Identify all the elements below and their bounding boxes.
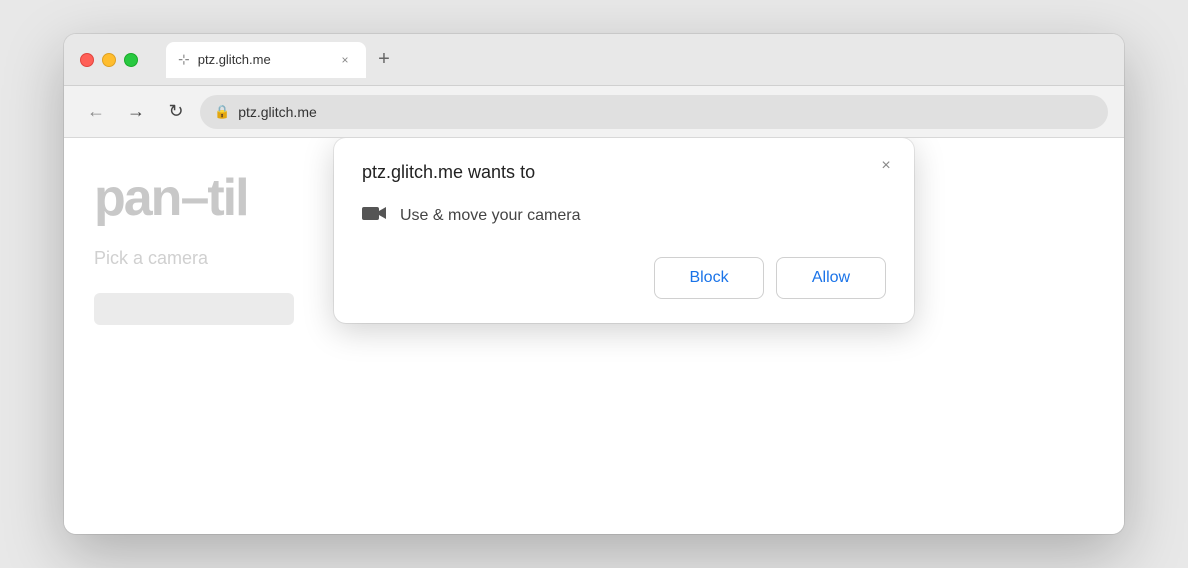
nav-bar: ← → ↻ 🔒 ptz.glitch.me <box>64 86 1124 138</box>
minimize-button[interactable] <box>102 53 116 67</box>
tab-close-button[interactable]: × <box>336 51 354 69</box>
address-bar[interactable]: 🔒 ptz.glitch.me <box>200 95 1108 129</box>
traffic-lights <box>80 53 138 67</box>
tab-bar: ⊹ ptz.glitch.me × + <box>166 42 398 78</box>
new-tab-button[interactable]: + <box>370 46 398 74</box>
address-text: ptz.glitch.me <box>238 104 317 120</box>
browser-tab[interactable]: ⊹ ptz.glitch.me × <box>166 42 366 78</box>
page-bg-field <box>94 293 294 325</box>
tab-drag-icon: ⊹ <box>178 51 190 68</box>
dialog-close-button[interactable]: × <box>874 154 898 178</box>
back-button[interactable]: ← <box>80 96 112 128</box>
maximize-button[interactable] <box>124 53 138 67</box>
close-button[interactable] <box>80 53 94 67</box>
dialog-actions: Block Allow <box>362 257 886 299</box>
page-bg-subtitle: Pick a camera <box>94 248 208 269</box>
dialog-title: ptz.glitch.me wants to <box>362 162 886 183</box>
browser-window: ⊹ ptz.glitch.me × + ← → ↻ 🔒 ptz.glitch.m… <box>64 34 1124 534</box>
lock-icon: 🔒 <box>214 104 230 120</box>
tab-title: ptz.glitch.me <box>198 52 328 67</box>
permission-dialog: × ptz.glitch.me wants to Use & move your… <box>334 138 914 323</box>
page-bg-text: pan–til <box>94 168 248 228</box>
page-content: pan–til Pick a camera × ptz.glitch.me wa… <box>64 138 1124 534</box>
block-button[interactable]: Block <box>654 257 764 299</box>
title-bar: ⊹ ptz.glitch.me × + <box>64 34 1124 86</box>
allow-button[interactable]: Allow <box>776 257 886 299</box>
permission-row: Use & move your camera <box>362 203 886 229</box>
permission-text: Use & move your camera <box>400 207 581 225</box>
reload-button[interactable]: ↻ <box>160 96 192 128</box>
forward-button[interactable]: → <box>120 96 152 128</box>
camera-icon <box>362 203 386 229</box>
